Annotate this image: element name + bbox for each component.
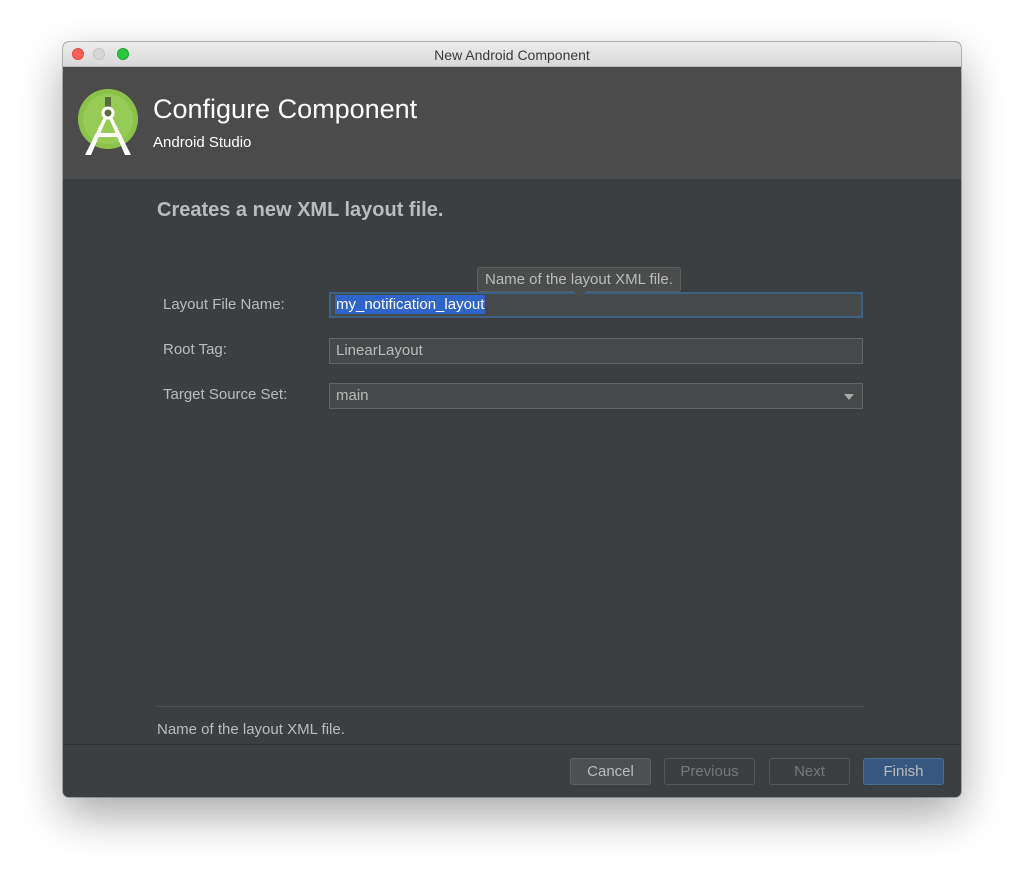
root-tag-input[interactable]: LinearLayout bbox=[329, 338, 863, 364]
layout-file-name-label: Layout File Name: bbox=[163, 296, 285, 313]
section-title: Creates a new XML layout file. bbox=[157, 199, 444, 221]
help-text: Name of the layout XML file. bbox=[157, 721, 345, 738]
root-tag-value: LinearLayout bbox=[336, 342, 423, 359]
cancel-button[interactable]: Cancel bbox=[570, 758, 651, 785]
page-subtitle: Android Studio bbox=[153, 134, 252, 151]
tooltip-pointer bbox=[573, 291, 587, 298]
divider bbox=[157, 706, 865, 707]
page-title: Configure Component bbox=[153, 94, 418, 124]
target-source-set-dropdown[interactable]: main bbox=[329, 383, 863, 409]
target-source-set-value: main bbox=[336, 387, 369, 404]
wizard-header: Configure Component Android Studio bbox=[63, 67, 961, 179]
new-android-component-dialog: New Android Component Configure Componen… bbox=[63, 42, 961, 797]
chevron-down-icon bbox=[844, 394, 854, 400]
button-bar: Cancel Previous Next Finish bbox=[63, 744, 961, 797]
wizard-content: Creates a new XML layout file. Layout Fi… bbox=[63, 179, 961, 744]
next-button[interactable]: Next bbox=[769, 758, 850, 785]
tooltip: Name of the layout XML file. bbox=[477, 267, 681, 292]
selected-input-text: my_notification_layout bbox=[335, 295, 486, 314]
layout-file-name-input[interactable]: my_notification_layout bbox=[329, 292, 863, 318]
title-bar: New Android Component bbox=[63, 42, 961, 67]
root-tag-label: Root Tag: bbox=[163, 341, 227, 358]
previous-button[interactable]: Previous bbox=[664, 758, 755, 785]
target-source-set-label: Target Source Set: bbox=[163, 386, 288, 403]
android-studio-logo-icon bbox=[78, 89, 138, 155]
window-title: New Android Component bbox=[434, 47, 590, 63]
finish-button[interactable]: Finish bbox=[863, 758, 944, 785]
